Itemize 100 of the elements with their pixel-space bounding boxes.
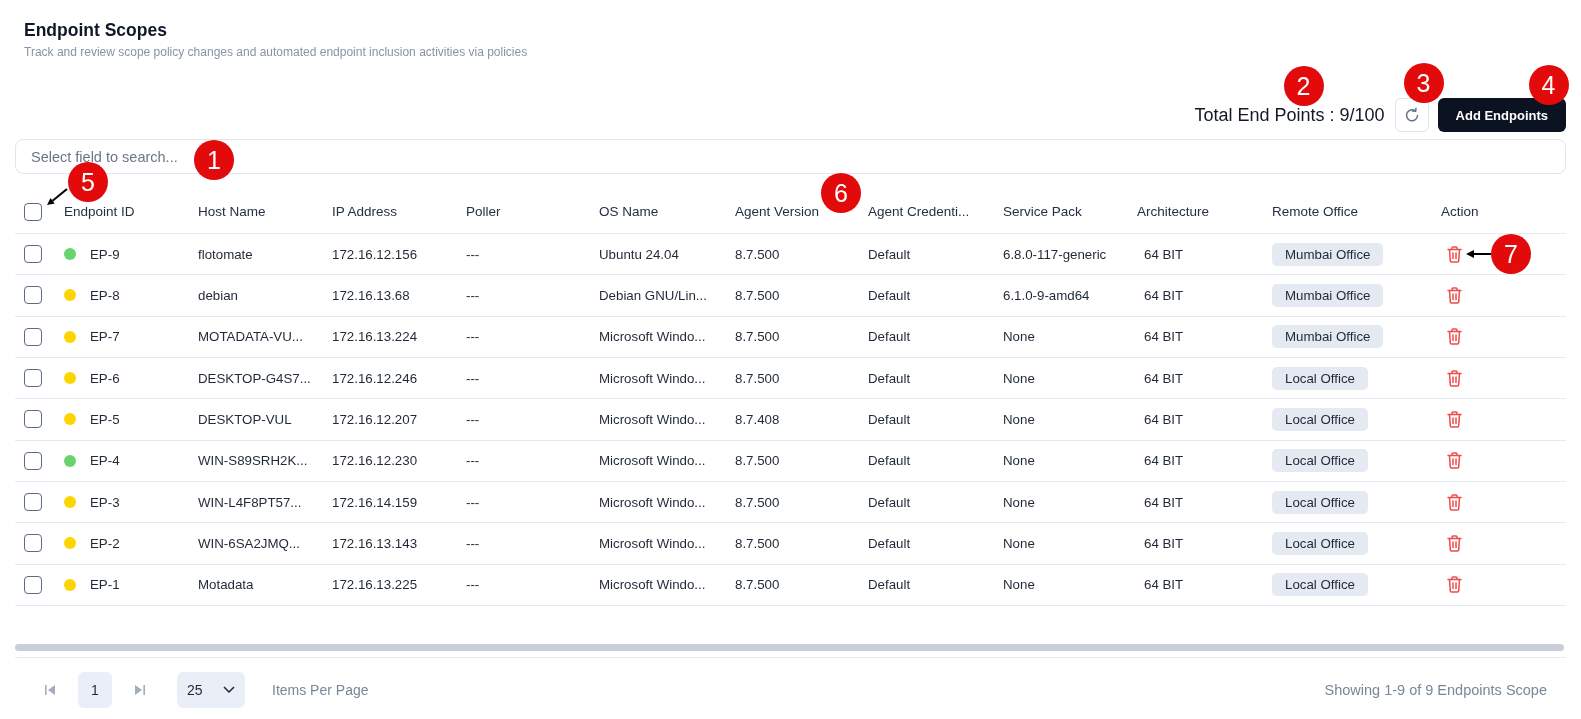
callout-number: 2	[1283, 66, 1324, 106]
table-cell: ---	[466, 577, 480, 593]
column-header: OS Name	[599, 204, 659, 219]
office-tag: Local Office	[1272, 366, 1368, 390]
table-cell: Ubuntu 24.04	[599, 246, 679, 262]
table-cell: ---	[466, 288, 480, 303]
table-cell: Default	[868, 453, 911, 469]
callout-number: 5	[68, 162, 108, 202]
table-cell: 172.16.12.230	[332, 453, 418, 469]
trash-icon[interactable]	[1447, 576, 1462, 594]
table-cell: Debian GNU/Lin...	[599, 288, 707, 303]
row-checkbox[interactable]	[24, 410, 42, 429]
trash-icon[interactable]	[1447, 328, 1462, 346]
table-cell: 6.8.0-117-generic	[1003, 246, 1107, 262]
trash-icon[interactable]	[1447, 534, 1462, 552]
column-header: Host Name	[198, 204, 266, 219]
refresh-icon	[1403, 107, 1420, 123]
table-cell: ---	[466, 329, 480, 345]
table-cell: debian	[198, 288, 238, 303]
table-cell: 8.7.500	[735, 329, 780, 345]
table-cell: WIN-S89SRH2K...	[198, 453, 308, 469]
row-checkbox[interactable]	[24, 575, 42, 594]
table-cell: 8.7.408	[735, 411, 780, 427]
table-cell: Default	[868, 577, 911, 593]
table-cell: Default	[868, 535, 911, 551]
table-cell: 64 BIT	[1144, 411, 1184, 427]
column-header: Service Pack	[1003, 204, 1082, 219]
row-checkbox[interactable]	[24, 369, 42, 388]
table-cell: 8.7.500	[735, 577, 780, 593]
row-checkbox[interactable]	[24, 451, 42, 470]
scrollbar-thumb[interactable]	[15, 643, 1564, 651]
table-cell: EP-1	[90, 577, 120, 593]
callout-number: 7	[1491, 234, 1531, 274]
row-checkbox[interactable]	[24, 534, 42, 553]
row-checkbox[interactable]	[24, 327, 42, 346]
add-endpoints-button[interactable]: Add Endpoints	[1437, 98, 1566, 132]
row-checkbox[interactable]	[24, 286, 42, 305]
table-cell: None	[1003, 577, 1035, 593]
table-cell: EP-9	[90, 246, 120, 262]
table-cell: 172.16.12.156	[332, 246, 418, 262]
table-cell: EP-6	[90, 370, 120, 386]
table-cell: 172.16.13.225	[332, 577, 418, 593]
table-cell: None	[1003, 411, 1035, 427]
table-cell: Microsoft Windo...	[599, 453, 706, 469]
table-cell: EP-7	[90, 329, 120, 345]
table-cell: 8.7.500	[735, 494, 780, 510]
table-cell: WIN-L4F8PT57...	[198, 494, 302, 510]
refresh-button[interactable]	[1394, 98, 1429, 132]
table-cell: 64 BIT	[1144, 577, 1184, 593]
callout-number: 6	[821, 173, 861, 213]
table-cell: 8.7.500	[735, 288, 780, 303]
office-tag: Local Office	[1272, 573, 1368, 597]
trash-icon[interactable]	[1447, 493, 1462, 511]
trash-icon[interactable]	[1447, 287, 1462, 304]
table-cell: 64 BIT	[1144, 246, 1184, 262]
select-all-checkbox[interactable]	[24, 202, 42, 221]
callout-number: 3	[1403, 63, 1444, 103]
column-header: Endpoint ID	[64, 204, 135, 219]
trash-icon[interactable]	[1447, 245, 1462, 263]
page-button[interactable]: 1	[78, 671, 112, 708]
table-cell: ---	[466, 411, 480, 427]
items-per-page-label: Items Per Page	[272, 681, 369, 698]
table-cell: 8.7.500	[735, 535, 780, 551]
office-tag: Mumbai Office	[1272, 325, 1384, 349]
page-title: Endpoint Scopes	[24, 19, 167, 41]
table-cell: flotomate	[198, 246, 253, 262]
row-checkbox[interactable]	[24, 245, 42, 264]
trash-icon[interactable]	[1447, 452, 1462, 470]
table-cell: Microsoft Windo...	[599, 535, 706, 551]
table-cell: Microsoft Windo...	[599, 329, 706, 345]
table-cell: ---	[466, 453, 480, 469]
table-cell: 64 BIT	[1144, 329, 1184, 345]
pagination-summary: Showing 1-9 of 9 Endpoints Scope	[1324, 681, 1547, 698]
trash-icon[interactable]	[1447, 369, 1462, 387]
table-cell: Default	[868, 494, 911, 510]
table-cell: Default	[868, 370, 911, 386]
table-cell: 172.16.12.246	[332, 370, 418, 386]
table-cell: 64 BIT	[1144, 453, 1184, 469]
table-cell: ---	[466, 535, 480, 551]
trash-icon[interactable]	[1447, 410, 1462, 428]
table-cell: ---	[466, 246, 480, 262]
table-cell: None	[1003, 370, 1035, 386]
column-header: Poller	[466, 204, 501, 219]
table-cell: EP-2	[90, 535, 120, 551]
table-cell: Default	[868, 411, 911, 427]
table-cell: DESKTOP-G4S7...	[198, 370, 311, 386]
page-size-select[interactable]: 25	[177, 671, 245, 708]
office-tag: Local Office	[1272, 490, 1368, 514]
table-cell: 8.7.500	[735, 453, 780, 469]
table-cell: EP-4	[90, 453, 120, 469]
table-cell: Motadata	[198, 577, 254, 593]
table-cell: ---	[466, 494, 480, 510]
table-cell: Microsoft Windo...	[599, 494, 706, 510]
table-cell: 8.7.500	[735, 370, 780, 386]
row-checkbox[interactable]	[24, 493, 42, 512]
table-cell: 172.16.12.207	[332, 411, 418, 427]
table-cell: 64 BIT	[1144, 370, 1184, 386]
table-cell: MOTADATA-VU...	[198, 329, 303, 345]
office-tag: Local Office	[1272, 449, 1368, 473]
table-cell: Microsoft Windo...	[599, 577, 706, 593]
